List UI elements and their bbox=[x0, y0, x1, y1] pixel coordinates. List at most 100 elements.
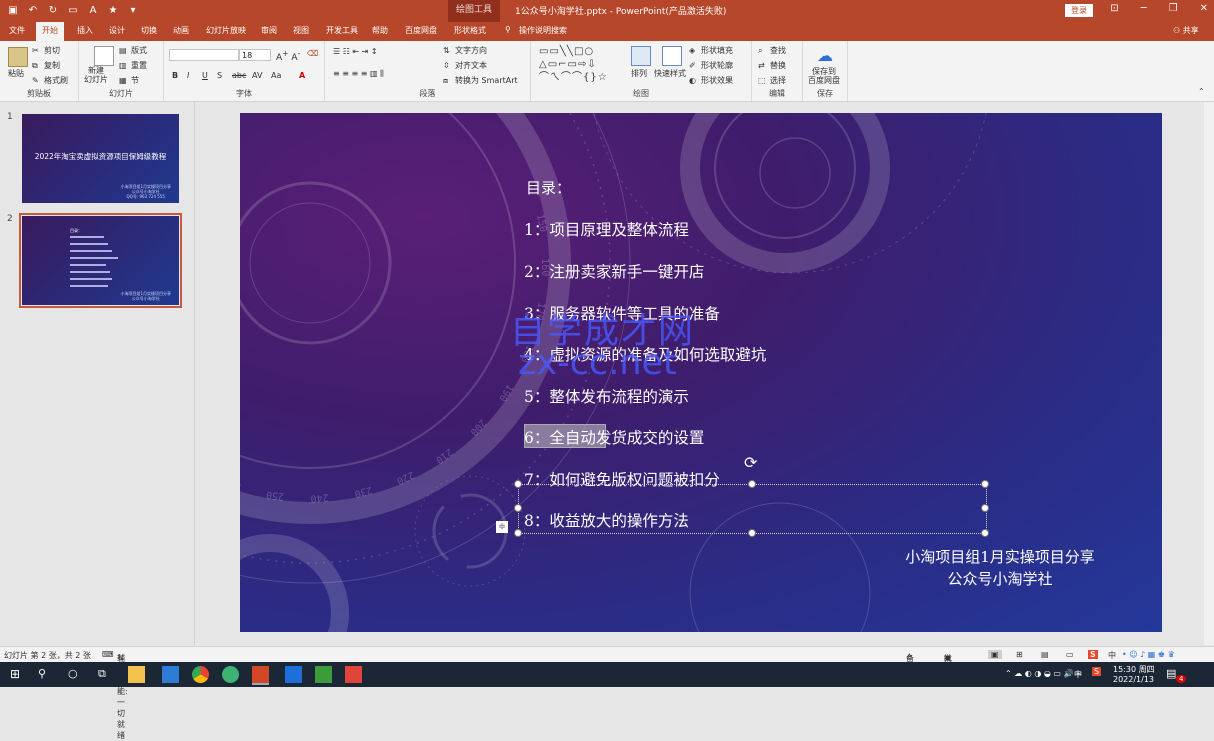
slide-thumbnail-1[interactable]: 2022年淘宝卖虚拟资源项目保姆级教程 小淘项目组1月实操项目分享 公众号小淘学… bbox=[22, 114, 179, 203]
rotate-handle-icon[interactable]: ⟳ bbox=[744, 453, 757, 472]
strikethrough-icon[interactable]: abc bbox=[232, 71, 246, 80]
resize-handle[interactable] bbox=[981, 529, 989, 537]
app-icon-3[interactable] bbox=[345, 666, 362, 683]
resize-handle[interactable] bbox=[748, 480, 756, 488]
toc-item-6[interactable]: 6：全自动发货成交的设置 bbox=[524, 426, 704, 448]
toc-item-5[interactable]: 5：整体发布流程的演示 bbox=[524, 385, 689, 407]
quick-styles-button[interactable]: 快速样式 bbox=[654, 68, 686, 79]
tab-transitions[interactable]: 切换 bbox=[141, 25, 157, 36]
shape-outline-button[interactable]: ✐ 形状轮廓 bbox=[689, 60, 733, 71]
chrome-icon[interactable] bbox=[192, 666, 209, 683]
clock-date[interactable]: 2022/1/13 bbox=[1113, 675, 1154, 684]
tray-ime[interactable]: 中 bbox=[1074, 669, 1082, 680]
ime-tools-icons[interactable]: • ☺ ♪ ▦ ♚ ♛ bbox=[1122, 650, 1175, 659]
paste-icon[interactable] bbox=[8, 47, 28, 67]
tab-review[interactable]: 审阅 bbox=[261, 25, 277, 36]
underline-icon[interactable]: U bbox=[202, 71, 208, 80]
replace-button[interactable]: ⇄ 替换 bbox=[758, 60, 786, 71]
undo-icon[interactable]: ↶ bbox=[26, 3, 40, 17]
windows-start-icon[interactable]: ⊞ bbox=[10, 667, 20, 681]
shadow-icon[interactable]: S bbox=[217, 71, 222, 80]
slideshow-view-icon[interactable]: ▭ bbox=[1066, 650, 1074, 659]
shape-effects-button[interactable]: ◐ 形状效果 bbox=[689, 75, 733, 86]
tell-me-search[interactable]: 操作说明搜索 bbox=[519, 25, 567, 36]
resize-handle[interactable] bbox=[514, 529, 522, 537]
tab-file[interactable]: 文件 bbox=[9, 25, 25, 36]
clear-format-icon[interactable]: ⌫ bbox=[307, 49, 318, 58]
vertical-scrollbar[interactable] bbox=[1204, 102, 1214, 645]
resize-handle[interactable] bbox=[981, 480, 989, 488]
powerpoint-icon[interactable] bbox=[252, 666, 269, 685]
tab-home[interactable]: 开始 bbox=[36, 22, 64, 41]
align-icons[interactable]: ≡ ≡ ≡ ≡ ▥ ⫼ bbox=[333, 69, 384, 79]
shapes-gallery[interactable]: ▭▭╲╲□○ △▭⌐▭⇨⇩ ⌒ㄟ⌒⌒{}☆ bbox=[539, 45, 608, 84]
tab-baidu[interactable]: 百度网盘 bbox=[405, 25, 437, 36]
minimize-icon[interactable]: ─ bbox=[1141, 3, 1147, 14]
baidu-cloud-icon[interactable]: ☁ bbox=[816, 46, 834, 65]
star-icon[interactable]: ★ bbox=[106, 3, 120, 17]
collapse-ribbon-icon[interactable]: ⌃ bbox=[1198, 87, 1205, 96]
customize-qat-icon[interactable]: ▾ bbox=[126, 3, 140, 17]
toc-item-1[interactable]: 1：项目原理及整体流程 bbox=[524, 218, 689, 240]
close-icon[interactable]: ✕ bbox=[1200, 3, 1208, 14]
tab-developer[interactable]: 开发工具 bbox=[326, 25, 358, 36]
format-icon[interactable]: A bbox=[86, 3, 100, 17]
align-text-button[interactable]: ⇳ 对齐文本 bbox=[443, 60, 487, 71]
bullets-icon[interactable]: ☰ ☷ ⇤ ⇥ ↕ bbox=[333, 47, 378, 56]
proofing-icon[interactable]: ⌨ bbox=[102, 650, 114, 659]
slide-thumbnail-2[interactable]: 目录： 小淘项目组1月实操项目分享 公众号小淘学社 bbox=[19, 213, 182, 308]
tab-view[interactable]: 视图 bbox=[293, 25, 309, 36]
italic-icon[interactable]: I bbox=[187, 71, 189, 80]
tab-animations[interactable]: 动画 bbox=[173, 25, 189, 36]
layout-button[interactable]: ▤ 版式 bbox=[119, 45, 147, 56]
app-icon[interactable] bbox=[162, 666, 179, 683]
layout-options-icon[interactable]: ≑ bbox=[496, 521, 508, 533]
selected-textbox-frame[interactable] bbox=[518, 484, 987, 534]
font-size-input[interactable]: 18 bbox=[239, 49, 271, 61]
search-icon[interactable]: ⚲ bbox=[38, 667, 46, 680]
quick-styles-icon[interactable] bbox=[662, 46, 682, 66]
tab-shape-format[interactable]: 形状格式 bbox=[454, 25, 486, 36]
shape-fill-button[interactable]: ◈ 形状填充 bbox=[689, 45, 733, 56]
save-icon[interactable]: ▣ bbox=[6, 3, 20, 17]
format-painter-button[interactable]: ✎ 格式刷 bbox=[32, 75, 68, 86]
resize-handle[interactable] bbox=[514, 504, 522, 512]
grow-font-icon[interactable]: A+ A- bbox=[276, 49, 300, 63]
slide-canvas[interactable]: 150160170180190200210220230240250260270 … bbox=[240, 113, 1162, 632]
find-button[interactable]: ⌕ 查找 bbox=[758, 45, 786, 56]
arrange-icon[interactable] bbox=[631, 46, 651, 66]
file-explorer-icon[interactable] bbox=[128, 666, 145, 683]
present-icon[interactable]: ▭ bbox=[66, 3, 80, 17]
section-button[interactable]: ▦ 节 bbox=[119, 75, 139, 86]
ime-mode-label[interactable]: 中 bbox=[1108, 650, 1116, 661]
cut-button[interactable]: ✂ 剪切 bbox=[32, 45, 60, 56]
sogou-ime-icon[interactable]: S bbox=[1088, 650, 1098, 659]
redo-icon[interactable]: ↻ bbox=[46, 3, 60, 17]
copy-button[interactable]: ⧉ 复制 bbox=[32, 60, 60, 71]
save-to-baidu-button[interactable]: 保存到 百度网盘 bbox=[808, 67, 840, 85]
share-button[interactable]: ⚇ 共享 bbox=[1173, 25, 1199, 36]
app-icon-2[interactable] bbox=[285, 666, 302, 683]
resize-handle[interactable] bbox=[981, 504, 989, 512]
font-name-input[interactable] bbox=[169, 49, 239, 61]
notification-icon[interactable]: ▤ bbox=[1166, 667, 1176, 680]
select-button[interactable]: ⬚ 选择 bbox=[758, 75, 786, 86]
tray-icons[interactable]: ⌃ ☁ ◐ ◑ ◒ ▭ 🔊 ⌁ bbox=[1005, 669, 1081, 678]
bold-icon[interactable]: B bbox=[172, 71, 178, 80]
ribbon-display-icon[interactable]: ⊡ bbox=[1110, 3, 1118, 14]
smartart-button[interactable]: ⧈ 转换为 SmartArt bbox=[443, 75, 518, 86]
new-slide-button[interactable]: 新建 幻灯片 bbox=[84, 66, 108, 84]
sorter-view-icon[interactable]: ⊞ bbox=[1016, 650, 1023, 659]
tab-insert[interactable]: 插入 bbox=[77, 25, 93, 36]
clock-time[interactable]: 15:30 周四 bbox=[1113, 664, 1155, 675]
tab-slideshow[interactable]: 幻灯片放映 bbox=[206, 25, 246, 36]
camtasia-icon[interactable] bbox=[315, 666, 332, 683]
resize-handle[interactable] bbox=[748, 529, 756, 537]
arrange-button[interactable]: 排列 bbox=[631, 68, 647, 79]
text-direction-button[interactable]: ⇅ 文字方向 bbox=[443, 45, 487, 56]
new-slide-icon[interactable] bbox=[94, 46, 114, 66]
tab-design[interactable]: 设计 bbox=[109, 25, 125, 36]
paste-button[interactable]: 粘贴 bbox=[8, 68, 24, 79]
task-view-icon[interactable]: ⧉ bbox=[98, 667, 106, 681]
reset-button[interactable]: ▥ 重置 bbox=[119, 60, 147, 71]
